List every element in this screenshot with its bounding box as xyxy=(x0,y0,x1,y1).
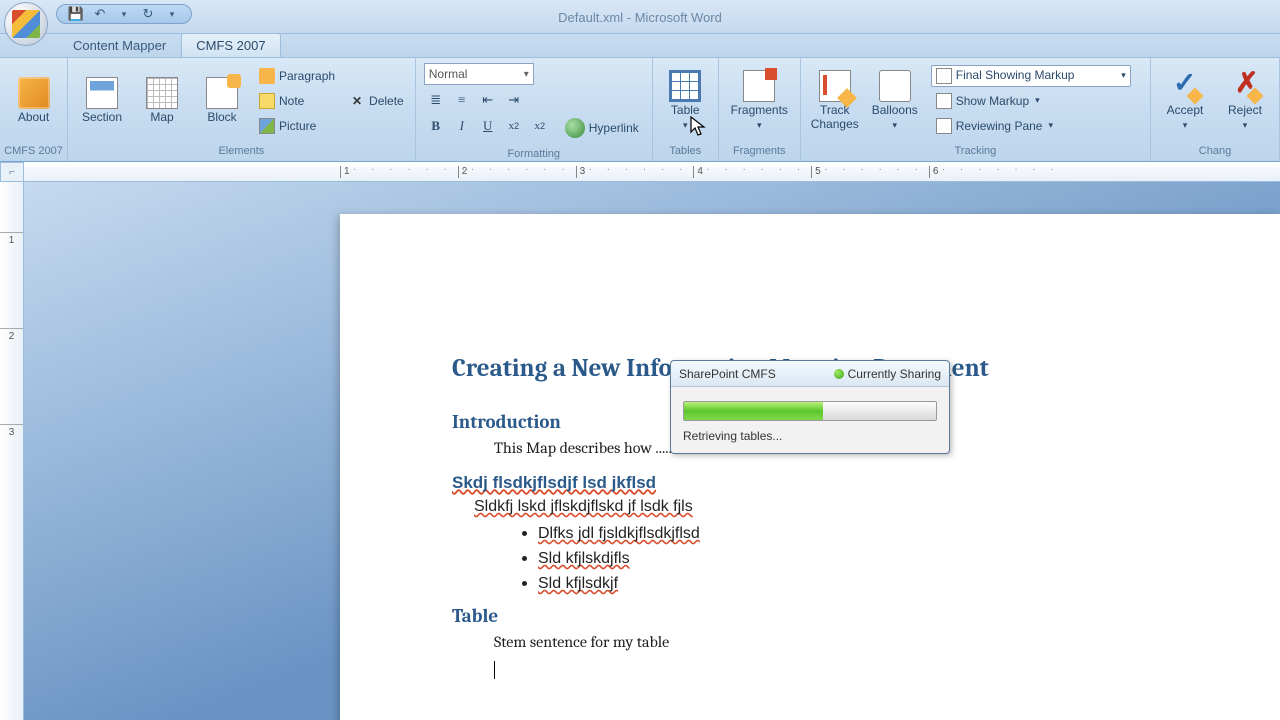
track-changes-button[interactable]: Track Changes xyxy=(807,65,863,137)
table-icon xyxy=(669,70,701,102)
fragments-icon xyxy=(743,70,775,102)
text-caret xyxy=(494,661,495,679)
group-label-elements: Elements xyxy=(68,143,415,161)
dialog-title: SharePoint CMFS xyxy=(679,367,776,381)
section-icon xyxy=(86,77,118,109)
horizontal-ruler[interactable]: 1 2 3 4 5 6 xyxy=(24,162,1280,182)
bullets-button[interactable]: ≣ xyxy=(424,89,448,111)
balloons-button[interactable]: Balloons▾ xyxy=(867,65,923,137)
status-dot-icon xyxy=(834,369,844,379)
delete-icon: ✕ xyxy=(349,93,365,109)
heading-a: Skdj flsdkjflsdjf lsd jkflsd xyxy=(452,473,1168,493)
tab-content-mapper[interactable]: Content Mapper xyxy=(58,33,181,57)
group-label-changes: Chang xyxy=(1151,143,1279,161)
heading-table: Table xyxy=(452,605,1168,627)
balloons-icon xyxy=(879,70,911,102)
dialog-status: Currently Sharing xyxy=(834,367,941,381)
underline-button[interactable]: U xyxy=(476,115,500,137)
subscript-button[interactable]: x2 xyxy=(528,115,552,137)
block-icon xyxy=(206,77,238,109)
reviewing-pane-icon xyxy=(936,118,952,134)
progress-dialog: SharePoint CMFS Currently Sharing Retrie… xyxy=(670,360,950,454)
style-dropdown[interactable]: Normal▾ xyxy=(424,63,534,85)
display-for-review-dropdown[interactable]: Final Showing Markup▾ xyxy=(931,65,1131,87)
outdent-button[interactable]: ⇤ xyxy=(476,89,500,111)
ribbon-tabs: Content Mapper CMFS 2007 xyxy=(0,34,1280,58)
chevron-down-icon: ▾ xyxy=(1121,70,1126,81)
section-button[interactable]: Section xyxy=(74,65,130,137)
chevron-down-icon: ▾ xyxy=(892,120,897,131)
numbering-button[interactable]: ≡ xyxy=(450,89,474,111)
list-item: Dlfks jdl fjsldkjflsdkjflsd xyxy=(538,524,1168,543)
chevron-down-icon: ▾ xyxy=(524,69,529,80)
track-changes-icon xyxy=(819,70,851,102)
list-item: Sld kfjlskdjfls xyxy=(538,549,1168,568)
group-label-cmfs: CMFS 2007 xyxy=(0,143,67,161)
reject-button[interactable]: Reject▾ xyxy=(1217,65,1273,137)
fragments-button[interactable]: Fragments▾ xyxy=(725,65,794,137)
picture-icon xyxy=(259,118,275,134)
window-title: Default.xml - Microsoft Word xyxy=(558,10,722,25)
vertical-ruler[interactable]: 1 2 3 xyxy=(0,182,24,720)
chevron-down-icon: ▾ xyxy=(1035,95,1040,106)
chevron-down-icon: ▾ xyxy=(683,120,688,131)
chevron-down-icon: ▾ xyxy=(1183,120,1188,131)
save-icon[interactable]: 💾 xyxy=(67,5,85,23)
group-label-tracking: Tracking xyxy=(801,143,1150,161)
group-label-tables: Tables xyxy=(653,143,718,161)
show-markup-button[interactable]: Show Markup▾ xyxy=(931,90,1131,112)
ribbon: About CMFS 2007 Section Map Block Paragr… xyxy=(0,58,1280,162)
book-icon xyxy=(18,77,50,109)
superscript-button[interactable]: x2 xyxy=(502,115,526,137)
chevron-down-icon: ▾ xyxy=(757,120,762,131)
paragraph-button[interactable]: Paragraph xyxy=(254,65,340,87)
hyperlink-button[interactable]: Hyperlink xyxy=(560,115,644,141)
note-button[interactable]: Note xyxy=(254,90,340,112)
chevron-down-icon: ▾ xyxy=(1048,120,1053,131)
qat-dropdown-icon[interactable]: ▾ xyxy=(115,5,133,23)
note-icon xyxy=(259,93,275,109)
show-markup-icon xyxy=(936,93,952,109)
map-icon xyxy=(146,77,178,109)
dialog-message: Retrieving tables... xyxy=(683,429,937,443)
globe-icon xyxy=(565,118,585,138)
paragraph-table: Stem sentence for my table xyxy=(494,633,1168,651)
delete-button[interactable]: ✕Delete xyxy=(344,90,409,112)
progress-fill xyxy=(684,402,823,420)
bold-button[interactable]: B xyxy=(424,115,448,137)
table-button[interactable]: Table▾ xyxy=(659,65,712,137)
picture-button[interactable]: Picture xyxy=(254,115,340,137)
italic-button[interactable]: I xyxy=(450,115,474,137)
group-label-fragments: Fragments xyxy=(719,143,800,161)
title-bar: 💾 ↶ ▾ ↻ ▾ Default.xml - Microsoft Word xyxy=(0,0,1280,34)
office-icon xyxy=(12,10,40,38)
document-area[interactable]: Creating a New Information Mapping Docum… xyxy=(24,182,1280,720)
about-button[interactable]: About xyxy=(6,65,61,137)
page[interactable]: Creating a New Information Mapping Docum… xyxy=(340,214,1280,720)
list-item: Sld kfjlsdkjf xyxy=(538,574,1168,593)
ruler-corner[interactable]: ⌐ xyxy=(0,162,24,182)
tab-cmfs-2007[interactable]: CMFS 2007 xyxy=(181,33,280,57)
accept-button[interactable]: Accept▾ xyxy=(1157,65,1213,137)
indent-button[interactable]: ⇥ xyxy=(502,89,526,111)
progress-bar xyxy=(683,401,937,421)
office-button[interactable] xyxy=(4,2,48,46)
redo-icon[interactable]: ↻ xyxy=(139,5,157,23)
accept-icon xyxy=(1169,70,1201,102)
markup-icon xyxy=(936,68,952,84)
paragraph-icon xyxy=(259,68,275,84)
qat-customize-icon[interactable]: ▾ xyxy=(163,5,181,23)
reviewing-pane-button[interactable]: Reviewing Pane▾ xyxy=(931,115,1131,137)
bullet-list: Dlfks jdl fjsldkjflsdkjflsd Sld kfjlskdj… xyxy=(538,524,1168,593)
quick-access-toolbar: 💾 ↶ ▾ ↻ ▾ xyxy=(56,4,192,24)
reject-icon xyxy=(1229,70,1261,102)
map-button[interactable]: Map xyxy=(134,65,190,137)
undo-icon[interactable]: ↶ xyxy=(91,5,109,23)
dialog-titlebar[interactable]: SharePoint CMFS Currently Sharing xyxy=(671,361,949,387)
chevron-down-icon: ▾ xyxy=(1243,120,1248,131)
block-button[interactable]: Block xyxy=(194,65,250,137)
paragraph-a: Sldkfj lskd jflskdjflskd jf lsdk fjls xyxy=(474,497,1168,516)
